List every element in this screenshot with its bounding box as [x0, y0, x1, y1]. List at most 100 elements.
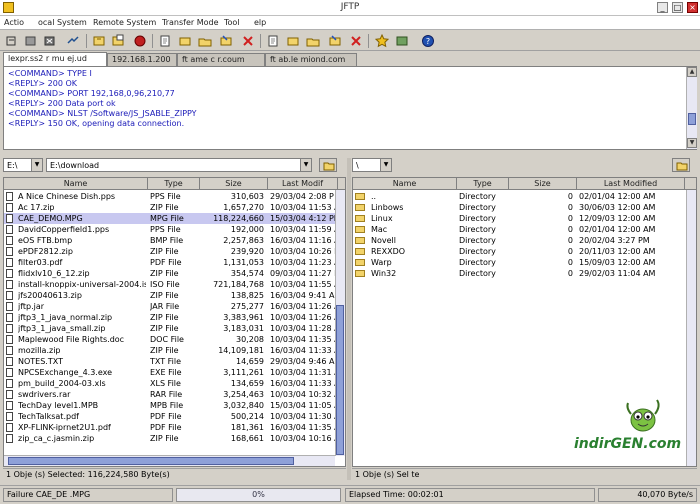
folder-row[interactable]: Linux Directory 0 12/09/03 12:00 AM: [353, 213, 686, 224]
file-row[interactable]: jfs20040613.zip ZIP File 138,825 16/03/04 9…: [4, 290, 336, 301]
menu-help[interactable]: elp: [254, 18, 266, 27]
remote-vertical-scrollbar[interactable]: [686, 190, 696, 466]
menu-local-system[interactable]: ocal System: [38, 18, 87, 27]
cell-size: 192,000: [230, 225, 264, 234]
local-path-select[interactable]: E:\download ▼: [46, 158, 312, 172]
edit-icon[interactable]: [286, 34, 300, 48]
file-row[interactable]: install-knoppix-universal-2004.iso ISO Fi…: [4, 279, 336, 290]
file-row[interactable]: DavidCopperfield1.pps PPS File 192,000 10/0…: [4, 224, 336, 235]
open-folder-icon[interactable]: [306, 34, 320, 48]
file-row[interactable]: filter03.pdf PDF File 1,131,053 10/03/04 11…: [4, 257, 336, 268]
file-row[interactable]: TechTalksat.pdf PDF File 500,214 10/03/04 1…: [4, 411, 336, 422]
file-icon: [6, 434, 13, 443]
pane-splitter[interactable]: [347, 158, 351, 480]
disconnect-icon[interactable]: [24, 34, 38, 48]
folder-row[interactable]: Win32 Directory 0 29/02/03 11:04 AM: [353, 268, 686, 279]
help-icon[interactable]: ?: [421, 34, 435, 48]
remote-up-folder-button[interactable]: [672, 158, 690, 172]
transfer-progress: 0%: [176, 488, 341, 502]
file-row[interactable]: zip_ca_c.jasmin.zip ZIP File 168,661 10/03/…: [4, 433, 336, 444]
file-row[interactable]: TechDay level1.MPB MPB File 3,032,840 15/03…: [4, 400, 336, 411]
file-row[interactable]: CAE_DEMO.MPG MPG File 118,224,660 15/03/04 …: [4, 213, 336, 224]
tab-connection-2[interactable]: 192.168.1.200: [107, 53, 177, 66]
file-row[interactable]: Ac 17.zip ZIP File 1,657,270 10/03/04 11:53…: [4, 202, 336, 213]
file-row[interactable]: jftp.jar JAR File 275,277 16/03/04 11:26 A: [4, 301, 336, 312]
column-type[interactable]: Type: [457, 178, 509, 190]
cell-size: 239,920: [230, 247, 264, 256]
tab-connection-1[interactable]: lexpr.ss2 r mu ej.ud: [3, 52, 107, 66]
rename-icon[interactable]: [328, 34, 342, 48]
new-folder-icon[interactable]: [111, 34, 125, 48]
file-row[interactable]: jftp3_1_java_small.zip ZIP File 3,183,031 1…: [4, 323, 336, 334]
view-icon[interactable]: [158, 34, 172, 48]
log-scroll-thumb[interactable]: [688, 113, 696, 125]
file-row[interactable]: NOTES.TXT TXT File 14,659 29/03/04 9:46 AM: [4, 356, 336, 367]
delete-icon[interactable]: [241, 34, 255, 48]
folder-row[interactable]: Warp Directory 0 15/09/03 12:00 AM: [353, 257, 686, 268]
local-up-folder-button[interactable]: [319, 158, 337, 172]
menu-transfer-mode[interactable]: Transfer Mode: [162, 18, 219, 27]
file-row[interactable]: NPCSExchange_4.3.exe EXE File 3,111,261 10/…: [4, 367, 336, 378]
column-modified[interactable]: Last Modif: [268, 178, 338, 190]
edit-icon[interactable]: [178, 34, 192, 48]
delete-icon[interactable]: [349, 34, 363, 48]
cell-modified: 02/01/04 12:00 AM: [579, 192, 656, 201]
minimize-button[interactable]: _: [657, 2, 668, 13]
column-modified[interactable]: Last Modified: [577, 178, 685, 190]
folder-row[interactable]: Linbows Directory 0 30/06/03 12:00 AM: [353, 202, 686, 213]
log-icon[interactable]: [395, 34, 409, 48]
file-row[interactable]: eOS FTB.bmp BMP File 2,257,863 16/03/04 11:…: [4, 235, 336, 246]
file-row[interactable]: jftp3_1_java_normal.zip ZIP File 3,383,961…: [4, 312, 336, 323]
column-size[interactable]: Size: [509, 178, 577, 190]
cell-modified: 16/03/04 11:35 A: [270, 423, 336, 432]
column-name[interactable]: Name: [353, 178, 457, 190]
close-button[interactable]: ×: [687, 2, 698, 13]
folder-icon: [355, 237, 365, 244]
folder-row[interactable]: .. Directory 0 02/01/04 12:00 AM: [353, 191, 686, 202]
file-row[interactable]: flidxlv10_6_12.zip ZIP File 354,574 09/03/0…: [4, 268, 336, 279]
tab-connection-4[interactable]: ft ab.le miond.com: [265, 53, 357, 66]
record-icon[interactable]: [133, 34, 147, 48]
file-row[interactable]: ePDF2812.zip ZIP File 239,920 10/03/04 10:2…: [4, 246, 336, 257]
file-icon: [6, 214, 13, 223]
remote-drive-select[interactable]: \ ▼: [352, 158, 392, 172]
menu-remote-system[interactable]: Remote System: [93, 18, 156, 27]
column-size[interactable]: Size: [200, 178, 268, 190]
connect-icon[interactable]: [5, 34, 19, 48]
column-type[interactable]: Type: [148, 178, 200, 190]
file-row[interactable]: pm_build_2004-03.xls XLS File 134,659 16/03…: [4, 378, 336, 389]
transfer-icon[interactable]: [66, 34, 80, 48]
file-row[interactable]: XP-FLINK-iprnet2U1.pdf PDF File 181,361 16/…: [4, 422, 336, 433]
file-row[interactable]: mozilla.zip ZIP File 14,109,181 16/03/04 11…: [4, 345, 336, 356]
local-scroll-thumb[interactable]: [336, 305, 344, 455]
log-scrollbar[interactable]: ▲ ▼: [686, 67, 697, 149]
file-row[interactable]: swdrivers.rar RAR File 3,254,463 10/03/04 1…: [4, 389, 336, 400]
menu-tools[interactable]: Tool: [224, 18, 240, 27]
cell-name: swdrivers.rar: [18, 390, 71, 399]
cell-type: XLS File: [150, 379, 181, 388]
maximize-button[interactable]: □: [672, 2, 683, 13]
folder-row[interactable]: Novell Directory 0 20/02/04 3:27 PM: [353, 235, 686, 246]
open-folder-icon[interactable]: [198, 34, 212, 48]
local-horizontal-scrollbar[interactable]: [4, 455, 335, 466]
rename-icon[interactable]: [219, 34, 233, 48]
folder-row[interactable]: REXXDO Directory 0 20/11/03 12:00 AM: [353, 246, 686, 257]
menu-action[interactable]: Actio: [4, 18, 24, 27]
local-vertical-scrollbar[interactable]: [335, 190, 345, 456]
cell-name: jftp3_1_java_normal.zip: [18, 313, 113, 322]
file-row[interactable]: A Nice Chinese Dish.pps PPS File 310,603 29…: [4, 191, 335, 202]
local-drive-select[interactable]: E:\ ▼: [3, 158, 43, 172]
file-icon: [6, 346, 13, 355]
local-hscroll-thumb[interactable]: [8, 457, 294, 465]
view-icon[interactable]: [266, 34, 280, 48]
folder-row[interactable]: Mac Directory 0 02/01/04 12:00 AM: [353, 224, 686, 235]
stop-icon[interactable]: [43, 34, 57, 48]
cell-modified: 16/03/04 11:33 A: [270, 346, 336, 355]
column-name[interactable]: Name: [4, 178, 148, 190]
scroll-up-icon[interactable]: ▲: [687, 67, 697, 77]
file-row[interactable]: Maplewood File Rights.doc DOC File 30,208 1…: [4, 334, 336, 345]
scroll-down-icon[interactable]: ▼: [687, 138, 697, 148]
new-file-icon[interactable]: [92, 34, 106, 48]
settings-icon[interactable]: [375, 34, 389, 48]
tab-connection-3[interactable]: ft ame c r.coum: [177, 53, 265, 66]
